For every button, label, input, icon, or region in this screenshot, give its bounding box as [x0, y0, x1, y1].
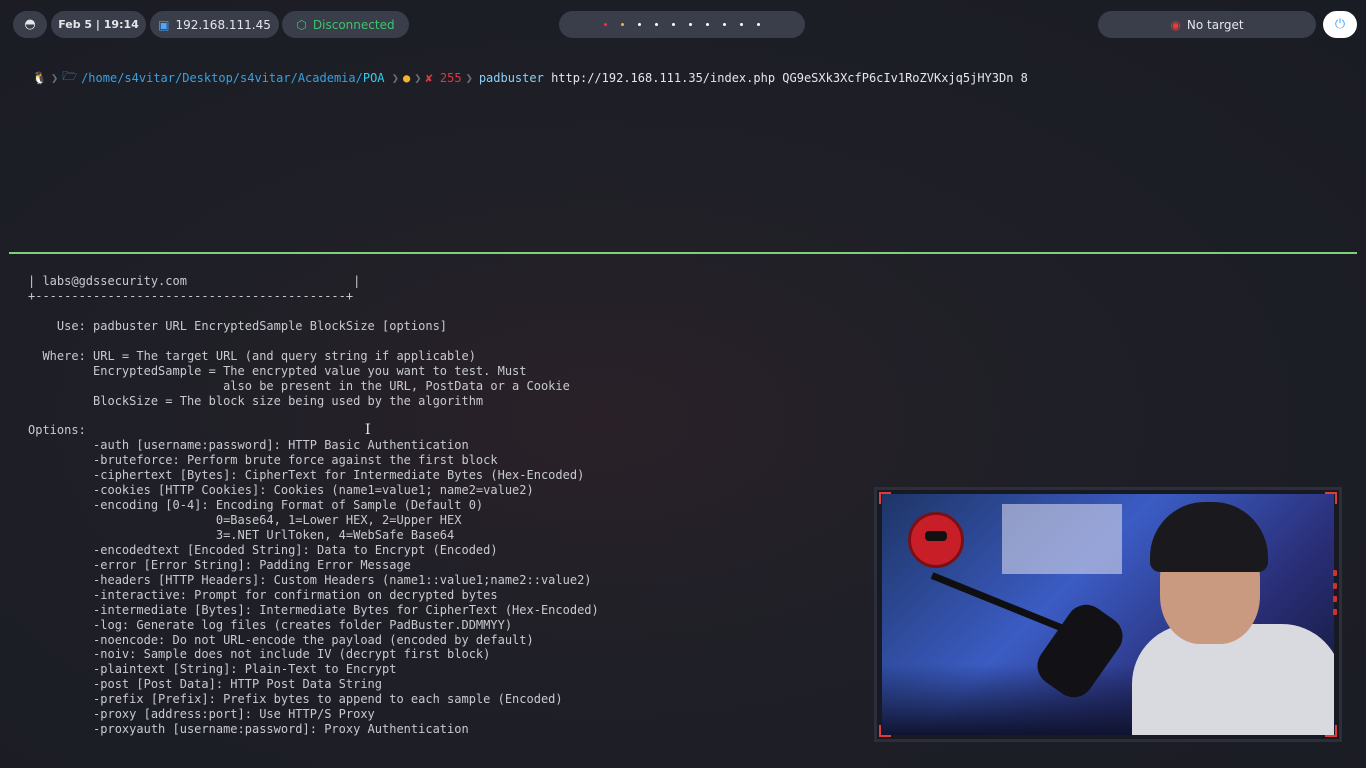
webcam-overlay — [874, 487, 1342, 742]
command-keyword: padbuster — [478, 70, 544, 85]
workspace-1[interactable] — [604, 23, 607, 26]
workspace-3[interactable] — [638, 23, 641, 26]
workspace-7[interactable] — [706, 23, 709, 26]
git-icon: ● — [402, 70, 411, 85]
workspace-6[interactable] — [689, 23, 692, 26]
output-line: 3=.NET UrlToken, 4=WebSafe Base64 — [28, 527, 455, 542]
output-line: EncryptedSample = The encrypted value yo… — [28, 363, 527, 378]
workspace-10[interactable] — [757, 23, 760, 26]
workspace-2[interactable] — [621, 23, 624, 26]
output-line: -auth [username:password]: HTTP Basic Au… — [28, 438, 469, 453]
webcam-feed — [882, 494, 1334, 735]
target-icon: ◉ — [1170, 17, 1181, 32]
output-line: | labs@gdssecurity.com | — [28, 274, 361, 288]
output-line: -noencode: Do not URL-encode the payload… — [28, 632, 534, 647]
output-line: -bruteforce: Perform brute force against… — [28, 453, 498, 468]
workspaces-bar — [559, 11, 805, 38]
streamer-beanie — [1150, 502, 1268, 572]
command-args: http://192.168.111.35/index.php QG9eSXk3… — [551, 70, 1028, 85]
exit-status: ✘ 255 — [425, 70, 462, 85]
output-line: also be present in the URL, PostData or … — [28, 378, 570, 393]
output-line: -headers [HTTP Headers]: Custom Headers … — [28, 572, 592, 587]
hacker-logo-icon — [908, 512, 964, 568]
output-line: -encodedtext [Encoded String]: Data to E… — [28, 542, 498, 557]
menu-button[interactable]: ◓ — [13, 11, 47, 38]
prompt-separator: ❯ — [465, 70, 473, 85]
output-line: Use: padbuster URL EncryptedSample Block… — [28, 318, 448, 333]
output-line: -proxy [address:port]: Use HTTP/S Proxy — [28, 707, 375, 722]
monitor-icon: ▣ — [158, 17, 170, 32]
pane-divider[interactable] — [9, 252, 1357, 254]
date-time-label: Feb 5 | 19:14 — [58, 18, 139, 31]
vpn-status-widget[interactable]: ⬡ Disconnected — [282, 11, 409, 38]
vpn-icon: ⬡ — [296, 17, 307, 32]
ip-widget[interactable]: ▣ 192.168.111.45 — [150, 11, 279, 38]
frame-corner — [879, 725, 891, 737]
background-panel — [1002, 504, 1122, 574]
prompt-separator: ❯ — [50, 70, 59, 85]
power-icon: ⏻ — [1334, 17, 1346, 32]
prompt-path: /home/s4vitar/Desktop/s4vitar/Academia/ — [81, 70, 363, 85]
power-button[interactable]: ⏻ — [1323, 11, 1357, 38]
output-line: Options: — [28, 423, 86, 438]
output-line: -log: Generate log files (creates folder… — [28, 617, 513, 632]
prompt-separator: ❯ — [414, 70, 422, 85]
prompt-separator: ❯ — [384, 70, 399, 85]
output-line: -plaintext [String]: Plain-Text to Encry… — [28, 662, 397, 677]
output-line: -prefix [Prefix]: Prefix bytes to append… — [28, 692, 563, 707]
frame-side-marks — [1333, 570, 1339, 622]
output-line: -cookies [HTTP Cookies]: Cookies (name1=… — [28, 483, 534, 498]
top-bar: ◓ Feb 5 | 19:14 ▣ 192.168.111.45 ⬡ Disco… — [0, 0, 1366, 50]
output-line: -proxyauth [username:password]: Proxy Au… — [28, 722, 469, 737]
output-line: +---------------------------------------… — [28, 288, 354, 303]
output-line: -ciphertext [Bytes]: CipherText for Inte… — [28, 468, 585, 483]
frame-corner — [1325, 492, 1337, 504]
arch-menu-icon: ◓ — [24, 17, 36, 32]
desktop: ◓ Feb 5 | 19:14 ▣ 192.168.111.45 ⬡ Disco… — [0, 0, 1366, 768]
prompt-dir: POA — [362, 70, 385, 85]
target-widget[interactable]: ◉ No target — [1098, 11, 1316, 38]
vpn-status-label: Disconnected — [312, 17, 395, 32]
folder-icon: 🗁 — [62, 69, 78, 83]
workspace-5[interactable] — [672, 23, 675, 26]
target-label: No target — [1186, 17, 1244, 32]
output-line: -noiv: Sample does not include IV (decry… — [28, 647, 491, 662]
linux-icon: 🐧 — [32, 70, 47, 85]
output-line: 0=Base64, 1=Lower HEX, 2=Upper HEX — [28, 513, 462, 527]
output-line: BlockSize = The block size being used by… — [28, 393, 484, 408]
output-line: -error [Error String]: Padding Error Mes… — [28, 557, 411, 572]
output-line: Where: URL = The target URL (and query s… — [28, 348, 476, 363]
workspace-9[interactable] — [740, 23, 743, 26]
output-line: -interactive: Prompt for confirmation on… — [28, 587, 498, 602]
output-line: -encoding [0-4]: Encoding Format of Samp… — [28, 498, 484, 513]
output-line: -intermediate [Bytes]: Intermediate Byte… — [28, 602, 599, 617]
frame-corner — [1325, 725, 1337, 737]
command-line[interactable]: padbuster http://192.168.111.35/index.ph… — [479, 71, 1028, 85]
terminal-output[interactable]: | labs@gdssecurity.com | +---------------… — [28, 274, 868, 737]
workspace-8[interactable] — [723, 23, 726, 26]
output-line: -post [Post Data]: HTTP Post Data String — [28, 677, 383, 692]
workspace-4[interactable] — [655, 23, 658, 26]
frame-corner — [879, 492, 891, 504]
text-cursor-icon: I — [365, 422, 371, 438]
shell-prompt: 🐧 ❯ 🗁 /home/s4vitar/Desktop/s4vitar/Acad… — [28, 69, 1028, 85]
ip-label: 192.168.111.45 — [175, 17, 271, 32]
clock[interactable]: Feb 5 | 19:14 — [51, 11, 146, 38]
